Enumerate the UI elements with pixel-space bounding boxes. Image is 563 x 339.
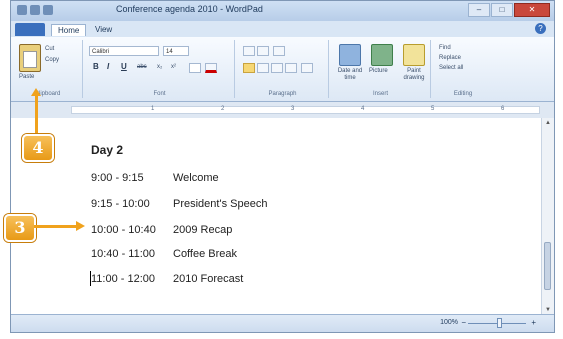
strikethrough-button[interactable]: abc: [137, 64, 147, 70]
insert-label: Insert: [372, 91, 388, 97]
ruler-tick: 2: [221, 106, 225, 112]
agenda-item: 2009 Recap: [173, 224, 233, 236]
zoom-out-button[interactable]: −: [461, 318, 466, 327]
zoom-slider-handle[interactable]: [497, 318, 502, 328]
increase-indent-icon[interactable]: [257, 46, 269, 56]
agenda-time: 9:00 - 9:15: [91, 172, 144, 184]
scroll-up-icon[interactable]: ▲: [544, 120, 552, 128]
ruler-tick: 3: [291, 106, 295, 112]
find-button[interactable]: Find: [439, 45, 451, 51]
ruler-tick: 5: [431, 106, 435, 112]
agenda-time: 10:00 - 10:40: [91, 224, 156, 236]
ruler-track: [71, 106, 540, 114]
paste-icon[interactable]: [19, 44, 41, 72]
font-family-select[interactable]: Calibri: [89, 46, 159, 56]
justify-icon[interactable]: [285, 63, 297, 73]
picture-icon[interactable]: [371, 44, 393, 66]
vertical-scrollbar[interactable]: ▲ ▼: [541, 118, 554, 317]
agenda-row: 10:40 - 11:00 Coffee Break: [91, 248, 237, 260]
agenda-time: 10:40 - 11:00: [91, 248, 156, 260]
close-button[interactable]: ✕: [514, 3, 550, 17]
align-right-icon[interactable]: [271, 63, 283, 73]
tab-home[interactable]: Home: [51, 24, 87, 36]
agenda-time: 9:15 - 10:00: [91, 198, 150, 210]
title-bar: Conference agenda 2010 - WordPad – □ ✕: [11, 1, 554, 21]
paste-button[interactable]: Paste: [19, 74, 34, 80]
ruler-tick: 4: [361, 106, 365, 112]
align-center-icon[interactable]: [257, 63, 269, 73]
window-controls: – □ ✕: [468, 3, 550, 17]
quick-access-toolbar: [17, 5, 53, 15]
line-spacing-icon[interactable]: [301, 63, 313, 73]
paint-drawing-button[interactable]: Paint drawing: [399, 68, 429, 82]
help-icon[interactable]: ?: [535, 23, 546, 34]
ruler[interactable]: 1 2 3 4 5 6: [11, 102, 554, 119]
scroll-thumb[interactable]: [544, 242, 551, 290]
replace-button[interactable]: Replace: [439, 55, 461, 61]
agenda-row: 9:15 - 10:00 President's Speech: [91, 198, 267, 210]
paragraph-label: Paragraph: [268, 91, 297, 97]
save-icon[interactable]: [17, 5, 27, 15]
copy-button[interactable]: Copy: [45, 57, 59, 63]
date-time-button[interactable]: Date and time: [335, 68, 365, 82]
decrease-indent-icon[interactable]: [243, 46, 255, 56]
font-group: Calibri 14 B I U abc x₂ x² Font: [85, 40, 235, 98]
agenda-item: President's Speech: [173, 198, 268, 210]
maximize-button[interactable]: □: [491, 3, 513, 17]
agenda-item: Coffee Break: [173, 248, 238, 260]
underline-button[interactable]: U: [121, 62, 127, 71]
application-menu-button[interactable]: [15, 23, 45, 36]
editing-label: Editing: [453, 91, 473, 97]
highlight-color-icon[interactable]: [189, 63, 201, 73]
cut-button[interactable]: Cut: [45, 46, 54, 52]
bold-button[interactable]: B: [93, 62, 99, 71]
select-all-button[interactable]: Select all: [439, 65, 463, 71]
bullets-icon[interactable]: [273, 46, 285, 56]
redo-icon[interactable]: [43, 5, 53, 15]
callout-4-line: [35, 92, 38, 134]
ribbon-tabs: Home View ?: [11, 21, 554, 38]
agenda-row: 9:00 - 9:15 Welcome: [91, 172, 219, 184]
text-cursor: [90, 271, 91, 286]
callout-step-4: 4: [22, 134, 54, 162]
undo-icon[interactable]: [30, 5, 40, 15]
callout-3-line: [34, 225, 76, 228]
date-time-icon[interactable]: [339, 44, 361, 66]
picture-button[interactable]: Picture: [369, 68, 388, 74]
wordpad-window: Conference agenda 2010 - WordPad – □ ✕ H…: [10, 0, 555, 333]
ruler-tick: 1: [151, 106, 155, 112]
minimize-button[interactable]: –: [468, 3, 490, 17]
paint-drawing-icon[interactable]: [403, 44, 425, 66]
insert-group: Date and time Picture Paint drawing Inse…: [331, 40, 431, 98]
agenda-time: 11:00 - 12:00: [91, 273, 156, 285]
status-bar: 100% − +: [11, 314, 554, 332]
tab-view[interactable]: View: [89, 24, 118, 35]
window-title: Conference agenda 2010 - WordPad: [116, 4, 263, 14]
agenda-row: 11:00 - 12:00 2010 Forecast: [91, 273, 243, 285]
editing-group: Find Replace Select all Editing: [433, 40, 493, 98]
zoom-level: 100%: [440, 319, 458, 326]
callout-step-3: 3: [4, 214, 36, 242]
agenda-item: Welcome: [173, 172, 219, 184]
font-color-icon[interactable]: [205, 63, 217, 73]
ribbon: Paste Cut Copy Clipboard Calibri 14 B I …: [11, 37, 554, 102]
document-heading: Day 2: [91, 143, 124, 157]
callout-3-arrowhead: [76, 221, 85, 231]
clipboard-label: Clipboard: [34, 91, 61, 97]
superscript-button[interactable]: x²: [171, 64, 176, 70]
clipboard-group: Paste Cut Copy Clipboard: [13, 40, 83, 98]
font-label: Font: [153, 91, 166, 97]
subscript-button[interactable]: x₂: [157, 64, 162, 70]
paragraph-group: Paragraph: [237, 40, 329, 98]
zoom-in-button[interactable]: +: [531, 318, 536, 327]
callout-4-arrowhead: [31, 88, 41, 96]
document-area[interactable]: Day 2 9:00 - 9:15 Welcome 9:15 - 10:00 Pre…: [11, 118, 544, 317]
ruler-tick: 6: [501, 106, 505, 112]
agenda-row: 10:00 - 10:40 2009 Recap: [91, 224, 232, 236]
italic-button[interactable]: I: [107, 62, 109, 71]
font-size-select[interactable]: 14: [163, 46, 189, 56]
align-left-icon[interactable]: [243, 63, 255, 73]
agenda-item: 2010 Forecast: [173, 273, 244, 285]
